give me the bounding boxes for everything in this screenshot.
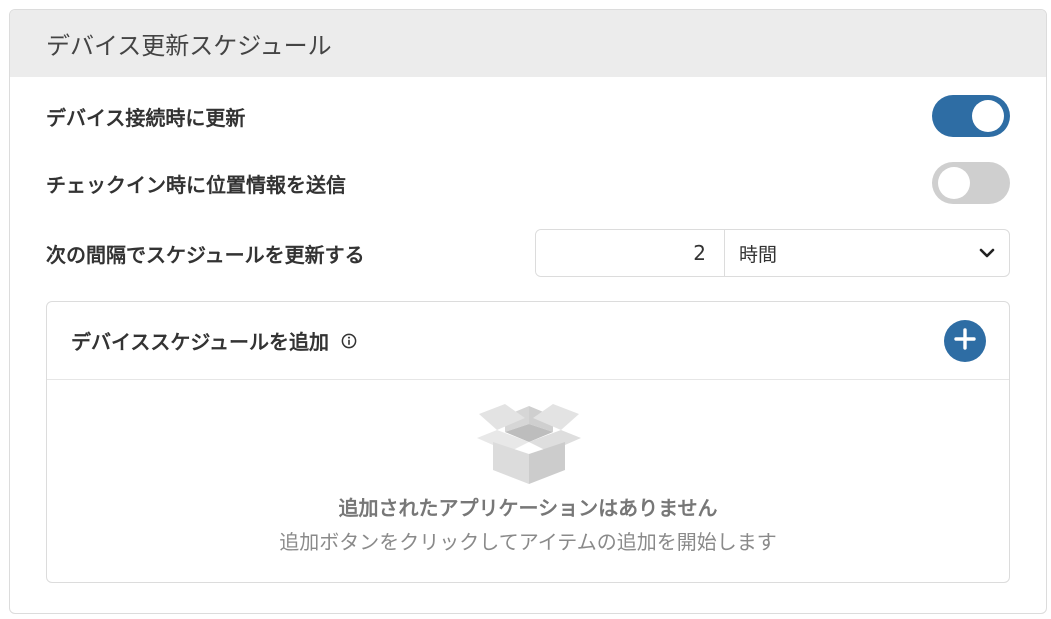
interval-unit-select[interactable]: 時間 — [725, 230, 1009, 276]
add-schedule-button[interactable] — [944, 319, 986, 362]
subpanel-header: デバイススケジュールを追加 — [47, 302, 1009, 380]
subpanel-title-wrap: デバイススケジュールを追加 — [71, 326, 357, 355]
empty-state-title: 追加されたアプリケーションはありません — [338, 496, 718, 520]
interval-group: 時間 — [535, 229, 1010, 277]
send-location-toggle[interactable] — [932, 162, 1010, 204]
send-location-row: チェックイン時に位置情報を送信 — [46, 162, 1010, 204]
toggle-knob — [972, 100, 1004, 132]
device-update-schedule-panel: デバイス更新スケジュール デバイス接続時に更新 チェックイン時に位置情報を送信 … — [9, 9, 1047, 614]
panel-header: デバイス更新スケジュール — [10, 10, 1046, 77]
interval-value-input[interactable] — [536, 230, 725, 276]
chevron-down-icon — [979, 247, 995, 259]
schedule-interval-row: 次の間隔でスケジュールを更新する 時間 — [46, 229, 1010, 277]
empty-state-subtitle: 追加ボタンをクリックしてアイテムの追加を開始します — [279, 530, 777, 554]
empty-box-icon — [475, 402, 583, 490]
interval-unit-value: 時間 — [739, 243, 778, 266]
update-on-connect-label: デバイス接続時に更新 — [46, 105, 246, 130]
panel-title: デバイス更新スケジュール — [46, 32, 332, 60]
toggle-knob — [938, 167, 970, 199]
empty-state: 追加されたアプリケーションはありません 追加ボタンをクリックしてアイテムの追加を… — [47, 380, 1009, 582]
send-location-label: チェックイン時に位置情報を送信 — [46, 172, 346, 197]
info-icon[interactable] — [341, 333, 357, 349]
device-schedule-subpanel: デバイススケジュールを追加 追加されたアプリケーションはありません 追加ボタンを… — [46, 301, 1010, 583]
schedule-interval-label: 次の間隔でスケジュールを更新する — [46, 242, 365, 267]
subpanel-title: デバイススケジュールを追加 — [71, 330, 329, 354]
plus-icon — [954, 327, 976, 354]
update-on-connect-row: デバイス接続時に更新 — [46, 95, 1010, 137]
update-on-connect-toggle[interactable] — [932, 95, 1010, 137]
